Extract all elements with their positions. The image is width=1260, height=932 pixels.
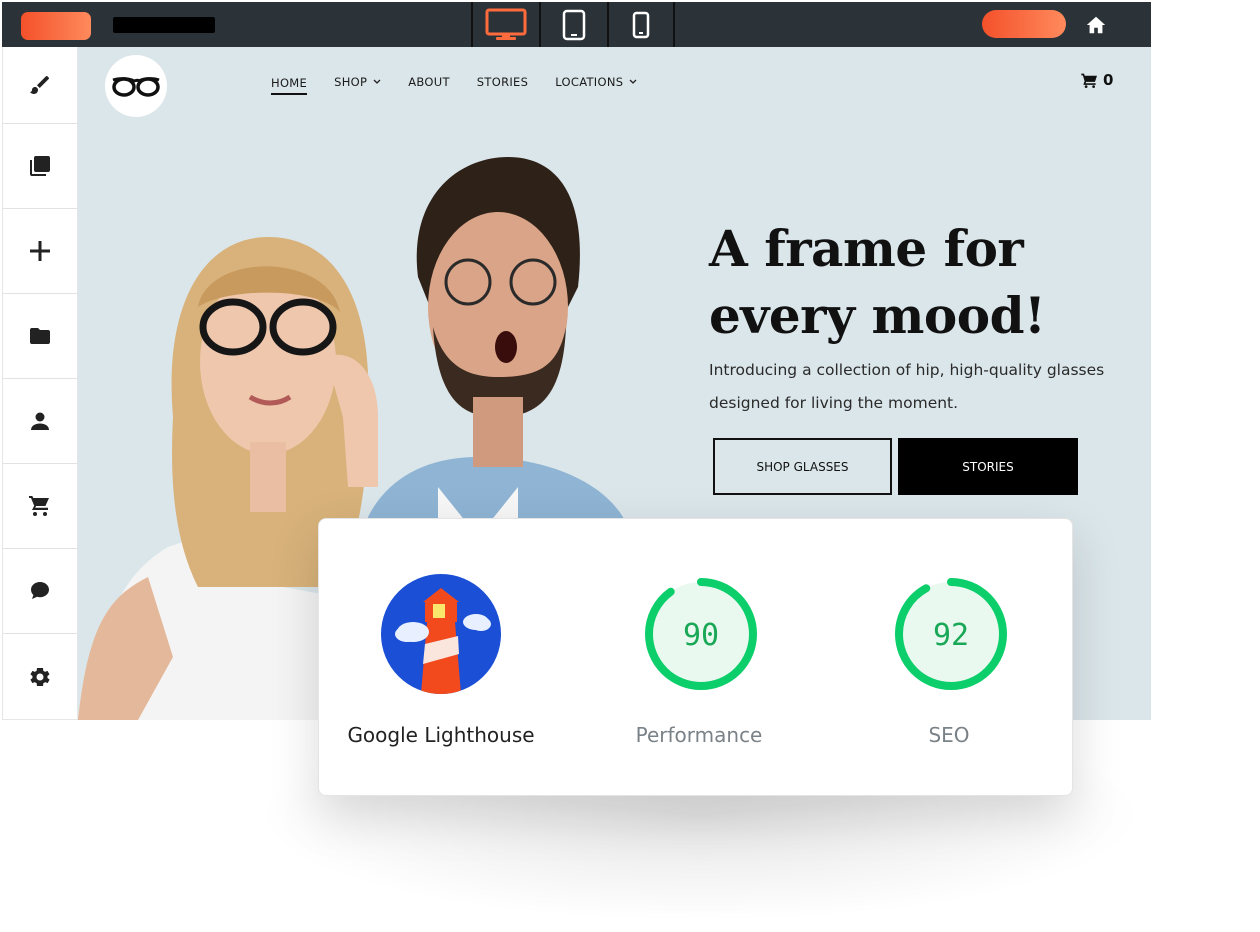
hero-headline: A frame for every mood!: [709, 215, 1129, 349]
site-logo[interactable]: [105, 55, 167, 117]
brand-pill-button[interactable]: [21, 12, 91, 40]
sidebar-item-settings[interactable]: [3, 634, 77, 719]
sidebar-item-design[interactable]: [3, 47, 77, 124]
seo-gauge: 92: [895, 578, 1007, 690]
editor-sidebar: [2, 47, 78, 720]
subcopy-line: designed for living the moment.: [709, 394, 959, 412]
brush-icon: [30, 76, 49, 94]
desktop-icon: [485, 8, 527, 40]
folder-icon: [30, 328, 50, 344]
nav-stories[interactable]: STORIES: [477, 73, 528, 91]
home-icon: [1086, 16, 1106, 34]
lighthouse-title: Google Lighthouse: [347, 723, 535, 747]
lighthouse-logo-icon: [381, 574, 501, 694]
sidebar-item-users[interactable]: [3, 379, 77, 464]
nav-home[interactable]: HOME: [271, 76, 308, 95]
performance-score: 90: [683, 618, 719, 653]
sidebar-item-store[interactable]: [3, 464, 77, 549]
glasses-logo-icon: [112, 77, 160, 97]
cart-count: 0: [1103, 71, 1114, 89]
sidebar-item-add[interactable]: [3, 209, 77, 294]
seo-score: 92: [933, 618, 969, 653]
publish-button[interactable]: [982, 10, 1066, 38]
chevron-down-icon: [373, 79, 381, 84]
lighthouse-brand: Google Lighthouse: [319, 519, 569, 797]
desktop-view-button[interactable]: [471, 2, 539, 47]
subcopy-line: Introducing a collection of hip, high-qu…: [709, 361, 1105, 379]
sidebar-item-chat[interactable]: [3, 549, 77, 634]
performance-label: Performance: [635, 723, 763, 747]
stories-button[interactable]: STORIES: [898, 438, 1078, 495]
mobile-icon: [632, 11, 650, 38]
tablet-icon: [562, 9, 586, 40]
tablet-view-button[interactable]: [539, 2, 607, 47]
pages-icon: [30, 156, 50, 176]
mobile-view-button[interactable]: [607, 2, 675, 47]
device-switcher: [471, 2, 675, 47]
nav-shop[interactable]: SHOP: [334, 73, 381, 91]
lighthouse-card: Google Lighthouse 90 Performance 92 SEO: [318, 518, 1073, 796]
sidebar-item-pages[interactable]: [3, 124, 77, 209]
metric-seo: 92 SEO: [824, 519, 1074, 797]
metric-performance: 90 Performance: [574, 519, 824, 797]
performance-gauge: 90: [645, 578, 757, 690]
editor-toolbar: [2, 2, 1151, 47]
seo-label: SEO: [928, 723, 970, 747]
headline-line: A frame for: [709, 219, 1024, 278]
user-icon: [31, 412, 49, 430]
headline-line: every mood!: [709, 286, 1046, 345]
add-icon: [30, 241, 50, 261]
nav-locations[interactable]: LOCATIONS: [555, 73, 637, 91]
home-button[interactable]: [1085, 14, 1107, 36]
cart-icon: [29, 496, 49, 516]
sidebar-item-files[interactable]: [3, 294, 77, 379]
redacted-site-name: [113, 17, 215, 33]
shop-glasses-button[interactable]: SHOP GLASSES: [713, 438, 892, 495]
nav-about[interactable]: ABOUT: [408, 73, 450, 91]
gear-icon: [30, 667, 50, 686]
chevron-down-icon: [629, 79, 637, 84]
site-cart[interactable]: 0: [1081, 71, 1113, 89]
hero-subcopy: Introducing a collection of hip, high-qu…: [709, 354, 1149, 420]
site-nav: HOME SHOP ABOUT STORIES LOCATIONS: [271, 73, 664, 95]
shopping-cart-icon: [1081, 73, 1097, 88]
chat-icon: [31, 582, 49, 599]
